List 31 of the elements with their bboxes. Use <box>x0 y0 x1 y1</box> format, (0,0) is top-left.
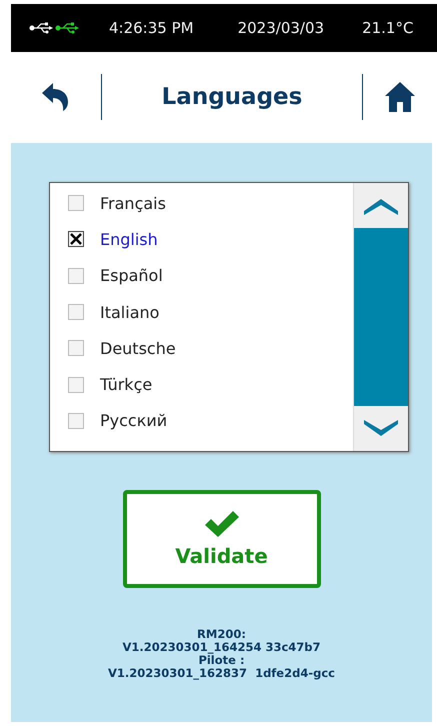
language-option[interactable]: Türkçe <box>50 366 353 403</box>
checkbox[interactable] <box>68 304 84 320</box>
language-option[interactable]: English <box>50 221 353 258</box>
scroll-down-button[interactable] <box>354 406 408 451</box>
back-arrow-icon <box>42 82 70 112</box>
checkbox[interactable] <box>68 195 84 212</box>
checkmark-icon <box>204 510 238 538</box>
checkbox[interactable] <box>68 412 84 429</box>
validate-button[interactable]: Validate <box>122 490 320 588</box>
language-option[interactable]: Deutsche <box>50 330 353 366</box>
version-text: Pilote : <box>198 654 245 667</box>
language-option[interactable]: Русский <box>50 402 353 440</box>
chevron-up-icon <box>364 196 398 214</box>
language-option[interactable]: Italiano <box>50 294 353 330</box>
checkbox[interactable] <box>68 268 84 284</box>
page-title: Languages <box>160 84 304 110</box>
version-text: V1.20230301_162837 1dfe2d4-gcc <box>108 667 335 680</box>
version-text: V1.20230301_164254 33c47b7 <box>122 641 321 654</box>
temperature-reading: 21.1°C <box>362 19 414 37</box>
checkbox[interactable] <box>68 231 84 248</box>
language-option[interactable]: Français <box>50 185 353 222</box>
scrollbar-thumb[interactable] <box>354 228 408 406</box>
language-option[interactable]: Español <box>50 258 353 294</box>
scroll-up-button[interactable] <box>354 183 408 228</box>
checkbox[interactable] <box>68 340 84 356</box>
version-text: RM200: <box>197 628 246 641</box>
home-icon <box>384 81 416 113</box>
checkbox[interactable] <box>68 376 84 393</box>
clock-time: 4:26:35 PM <box>109 19 194 37</box>
chevron-down-icon <box>364 420 398 438</box>
date-text: 2023/03/03 <box>238 19 324 37</box>
